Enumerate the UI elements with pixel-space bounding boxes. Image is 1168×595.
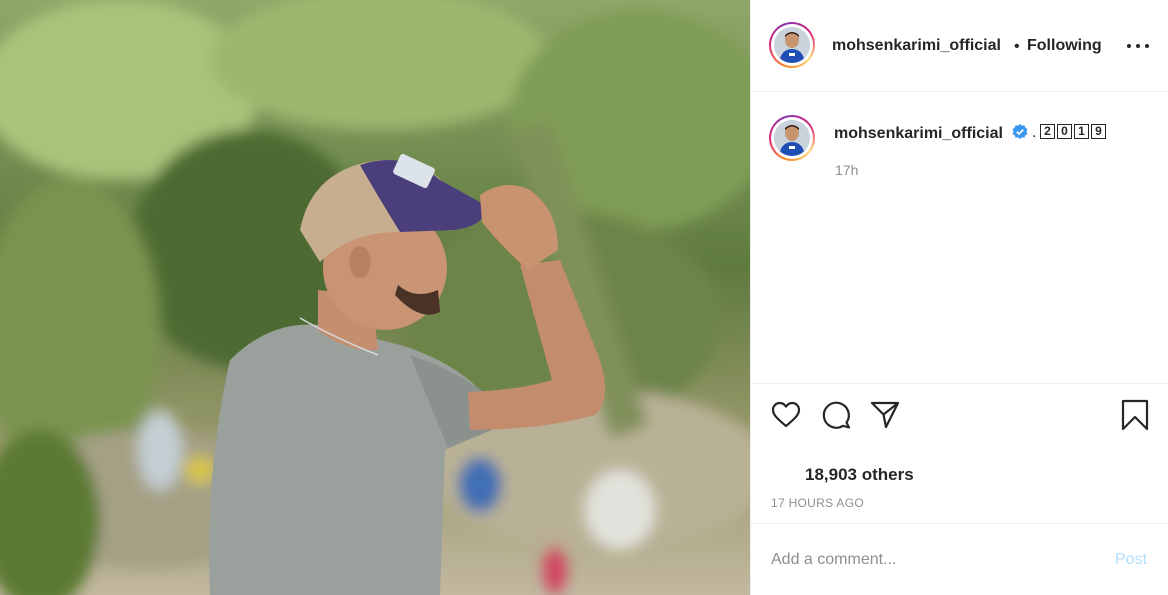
caption-section: mohsenkarimi_official . 2 0 1 9 17h	[751, 92, 1168, 384]
likes-count[interactable]: 18,903 others	[805, 465, 914, 485]
post-time-ago[interactable]: 17 HOURS AGO	[771, 496, 864, 510]
caption-char: 9	[1091, 124, 1106, 139]
post-header: mohsenkarimi_official • Following	[751, 0, 1168, 92]
caption-text: 2 0 1 9	[1040, 124, 1108, 139]
bookmark-icon[interactable]	[1118, 398, 1152, 432]
caption-timestamp[interactable]: 17h	[835, 162, 858, 178]
verified-badge-icon	[1012, 124, 1028, 139]
username-link[interactable]: mohsenkarimi_official	[832, 37, 1001, 55]
action-bar: 18,903 others 17 HOURS AGO	[751, 384, 1168, 524]
heart-icon[interactable]	[769, 398, 803, 432]
caption-avatar[interactable]	[769, 115, 815, 161]
caption-char: 1	[1074, 124, 1089, 139]
header-separator: •	[1014, 38, 1020, 55]
caption-char: 2	[1040, 124, 1055, 139]
comment-bubble-icon[interactable]	[819, 398, 853, 432]
caption-username-link[interactable]: mohsenkarimi_official	[834, 125, 1003, 143]
more-options-icon[interactable]	[1127, 36, 1149, 56]
avatar[interactable]	[769, 22, 815, 68]
post-comment-button[interactable]: Post	[1115, 551, 1147, 569]
caption-separator: .	[1032, 124, 1037, 141]
paper-plane-icon[interactable]	[868, 398, 902, 432]
post-sidebar: mohsenkarimi_official • Following mohsen…	[750, 0, 1168, 595]
following-button[interactable]: Following	[1027, 37, 1102, 55]
post-photo[interactable]	[0, 0, 750, 595]
comment-form: Post	[751, 524, 1168, 595]
caption-char: 0	[1057, 124, 1072, 139]
comment-input[interactable]	[771, 548, 1091, 572]
